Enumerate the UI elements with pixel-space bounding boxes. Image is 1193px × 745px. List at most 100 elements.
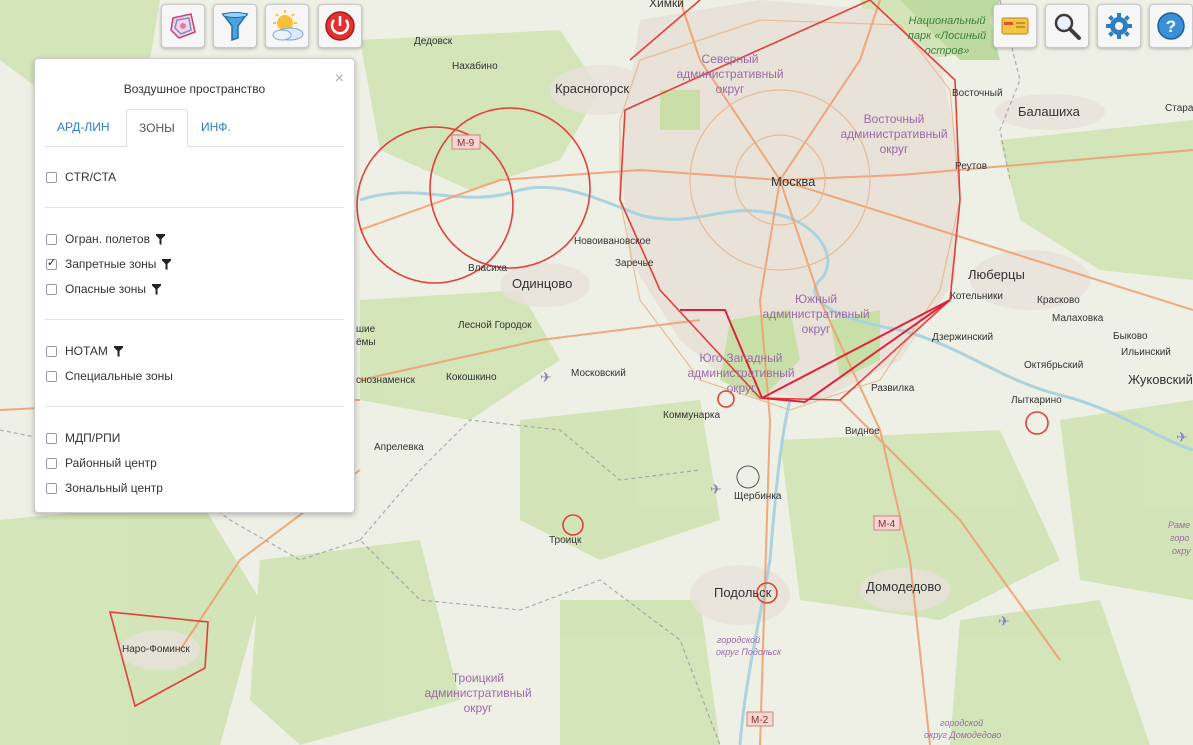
checkbox[interactable] [46,256,57,270]
map-label-tr-1: Троицкий [452,671,504,685]
map-label-sever-2: административный [676,67,783,81]
weather-icon [272,10,304,41]
road-label-m4: М-4 [878,519,896,530]
filter-icon[interactable] [113,345,123,357]
map-label-malahovka: Малаховка [1052,313,1104,324]
map-label-gopod-2: округ Подольск [716,647,782,657]
map-label-np-1: Национальный [909,15,986,27]
option-label: Опасные зоны [65,282,147,296]
option-special[interactable]: Специальные зоны [46,368,173,384]
option-zonal-center[interactable]: Зональный центр [46,480,163,496]
filter-icon[interactable] [162,258,172,270]
map-label-shcherbinka: Щербинка [734,490,782,502]
svg-text:✈: ✈ [1176,430,1188,446]
help-button[interactable]: ? [1149,4,1193,48]
close-icon[interactable]: × [335,71,344,87]
power-button[interactable] [318,4,362,48]
svg-text:✈: ✈ [540,370,552,386]
map-label-dedovsk: Дедовск [414,36,453,47]
map-label-np-2: парк «Лосиный [908,30,986,42]
ticket-button[interactable] [993,4,1037,48]
checkbox[interactable] [46,457,57,469]
search-button[interactable] [1045,4,1089,48]
map-label-novoivan: Новоивановское [574,236,651,247]
map-label-vost-1: Восточный [864,112,925,126]
map-label-tr-2: административный [424,686,531,700]
map-label-himki: Химки [649,0,684,10]
map-label-rame-2: горо [1170,533,1189,543]
checkbox[interactable] [46,432,57,444]
map-label-nahabino: Нахабино [452,60,498,72]
map-label-godom-2: округ Домодедово [924,730,1001,740]
settings-button[interactable] [1097,4,1141,48]
map-label-dzerzh: Дзержинский [932,332,993,343]
tab-ard-lin[interactable]: АРД-ЛИН [45,109,122,145]
map-label-yomy: ёмы [356,337,376,348]
airspace-button[interactable] [161,4,205,48]
filter-button[interactable] [213,4,257,48]
checkbox[interactable] [46,345,57,357]
option-danger[interactable]: Опасные зоны [46,281,162,297]
divider [45,319,344,320]
power-icon [325,11,355,41]
option-mdp-rpi[interactable]: МДП/РПИ [46,430,120,446]
divider [45,207,344,208]
map-label-zarechie: Заречье [615,258,654,269]
map-label-lyubertsy: Люберцы [968,267,1025,282]
map-label-vostochny: Восточный [952,88,1003,99]
option-label: Специальные зоны [65,369,173,383]
map-label-vost-3: округ [880,142,909,156]
checkbox[interactable] [46,233,57,245]
map-label-balashiha: Балашиха [1018,104,1081,119]
airspace-icon [170,13,196,39]
filter-icon[interactable] [155,233,165,245]
weather-button[interactable] [265,4,309,48]
option-ctr-cta[interactable]: CTR/CTA [46,169,116,185]
filter-icon [221,12,249,42]
map-label-bykovo: Быково [1113,331,1148,342]
map-label-godom-1: городской [940,718,983,728]
airspace-panel: Воздушное пространство × АРД-ЛИН ЗОНЫ ИН… [34,58,355,513]
filter-icon[interactable] [152,283,162,295]
map-label-shie: шие [356,324,376,335]
map-label-naro: Наро-Фоминск [122,644,190,655]
road-label-m2: М-2 [751,715,769,726]
option-prohibited[interactable]: Запретные зоны [46,256,172,272]
map-label-vlasiha: Власиха [468,263,508,274]
road-label-m9: М-9 [457,138,475,149]
map-label-gopod-1: городской [717,635,760,645]
tab-info[interactable]: ИНФ. [189,109,243,145]
map-label-aprelevka: Апрелевка [374,442,424,453]
map-label-kommunarka: Коммунарка [663,410,720,421]
map-label-reutov: Реутов [955,161,987,172]
gear-icon [1106,13,1132,39]
search-icon [1054,13,1081,40]
map-label-krasnogorsk: Красногорск [555,81,629,96]
divider [45,406,344,407]
map-label-vidnoe: Видное [845,426,880,437]
option-label: Районный центр [65,456,157,470]
option-notam[interactable]: НОТАМ [46,343,123,359]
checkbox[interactable] [46,482,57,494]
tab-zones[interactable]: ЗОНЫ [126,109,188,147]
map-label-kotelniki: Котельники [950,291,1003,302]
option-label: Огран. полетов [65,232,150,246]
option-area-center[interactable]: Районный центр [46,455,157,471]
option-label: НОТАМ [65,344,108,358]
checkbox[interactable] [46,171,57,183]
option-restricted[interactable]: Огран. полетов [46,231,165,247]
map-label-oktyabr: Октябрьский [1024,359,1083,371]
map-label-kokoshkino: Кокошкино [446,372,497,383]
map-label-ilinsky: Ильинский [1121,347,1171,358]
map-label-zhukovsky: Жуковский [1128,372,1193,387]
map-label-razvilka: Развилка [871,383,915,394]
map-label-troitsk: Троицк [549,535,582,546]
map-label-moskva: Москва [771,174,816,189]
help-icon: ? [1157,12,1185,40]
checkbox[interactable] [46,370,57,382]
map-label-vost-2: административный [840,127,947,141]
checkbox[interactable] [46,283,57,295]
svg-text:✈: ✈ [998,614,1010,630]
map-label-moskovsky: Московский [571,368,626,379]
map-label-odintsovo: Одинцово [512,276,572,291]
